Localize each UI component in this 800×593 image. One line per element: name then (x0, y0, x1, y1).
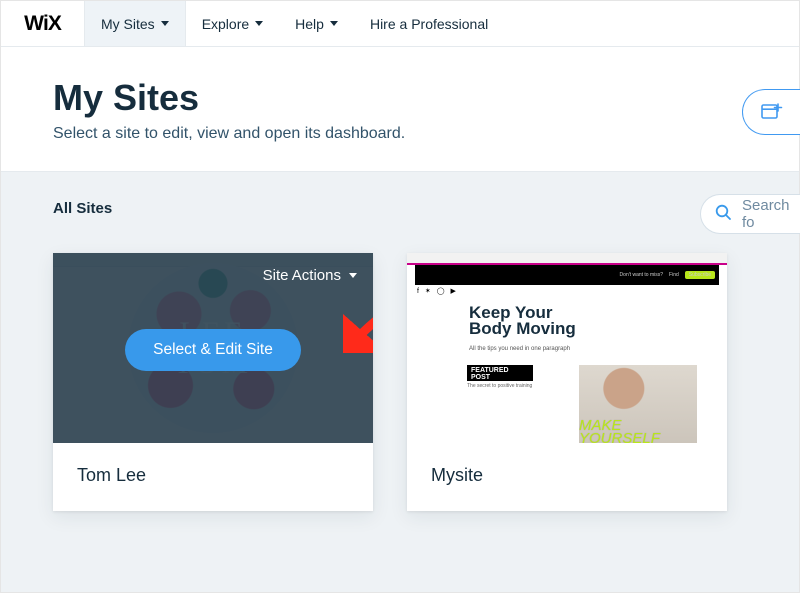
search-placeholder: Search fo (742, 197, 800, 231)
chevron-down-icon (349, 273, 357, 278)
content-area: All Sites Search fo Site Actions (1, 172, 799, 592)
site-cards: Site Actions Select & Edit Site (53, 253, 799, 511)
nav-label: My Sites (101, 16, 155, 32)
create-new-site-button[interactable] (742, 89, 800, 135)
page-header: My Sites Select a site to edit, view and… (1, 47, 799, 172)
select-edit-site-button[interactable]: Select & Edit Site (125, 329, 301, 371)
page-title: My Sites (53, 77, 799, 119)
nav-label: Help (295, 16, 324, 32)
thumb-subtext: All the tips you need in one paragraph (469, 346, 570, 352)
search-icon (715, 204, 732, 225)
nav-label: Explore (202, 16, 249, 32)
annotation-arrow-icon (343, 293, 373, 353)
thumb-featured-l1: FEATURED (471, 367, 509, 374)
thumb-hero-text: MAKE YOURSELF (579, 419, 695, 443)
new-site-icon (761, 102, 783, 122)
thumb-nav-text: Find (669, 272, 679, 278)
nav-explore[interactable]: Explore (186, 1, 279, 46)
thumb-subscribe: Subscribe (685, 271, 715, 279)
site-card-title: Mysite (407, 443, 727, 510)
chevron-down-icon (161, 21, 169, 26)
site-actions-menu[interactable]: Site Actions (263, 267, 357, 284)
all-sites-filter[interactable]: All Sites (53, 200, 112, 217)
site-card-mysite[interactable]: Don't want to miss? Find Subscribe f ✶ ◯… (407, 253, 727, 511)
nav-label: Hire a Professional (370, 16, 488, 32)
content-toolbar: All Sites (53, 200, 799, 217)
thumb-headline-2: Body Moving (469, 321, 576, 337)
site-thumbnail: Site Actions Select & Edit Site (53, 253, 373, 443)
thumb-featured-l2: POST (471, 374, 490, 381)
page-subtitle: Select a site to edit, view and open its… (53, 125, 799, 143)
site-actions-label: Site Actions (263, 267, 341, 284)
nav-my-sites[interactable]: My Sites (85, 1, 186, 46)
thumb-social-icons: f ✶ ◯ ▶ (417, 287, 458, 295)
thumb-nav-text: Don't want to miss? (620, 272, 663, 278)
site-card-tom-lee[interactable]: Site Actions Select & Edit Site (53, 253, 373, 511)
thumb-featured-caption: The secret to positive training (467, 383, 533, 389)
thumb-headline: Keep Your Body Moving (469, 305, 576, 337)
chevron-down-icon (255, 21, 263, 26)
thumb-featured: FEATURED POST The secret to positive tra… (467, 365, 533, 389)
thumb-hero-image: MAKE YOURSELF (579, 365, 697, 443)
card-hover-overlay: Site Actions Select & Edit Site (53, 253, 373, 443)
chevron-down-icon (330, 21, 338, 26)
top-nav: WiX My Sites Explore Help Hire a Profess… (1, 1, 799, 47)
select-edit-label: Select & Edit Site (153, 341, 273, 358)
nav-help[interactable]: Help (279, 1, 354, 46)
site-card-title: Tom Lee (53, 443, 373, 510)
search-input[interactable]: Search fo (700, 194, 800, 234)
site-thumbnail: Don't want to miss? Find Subscribe f ✶ ◯… (407, 253, 727, 443)
nav-hire-professional[interactable]: Hire a Professional (354, 1, 504, 46)
wix-logo[interactable]: WiX (1, 1, 85, 46)
